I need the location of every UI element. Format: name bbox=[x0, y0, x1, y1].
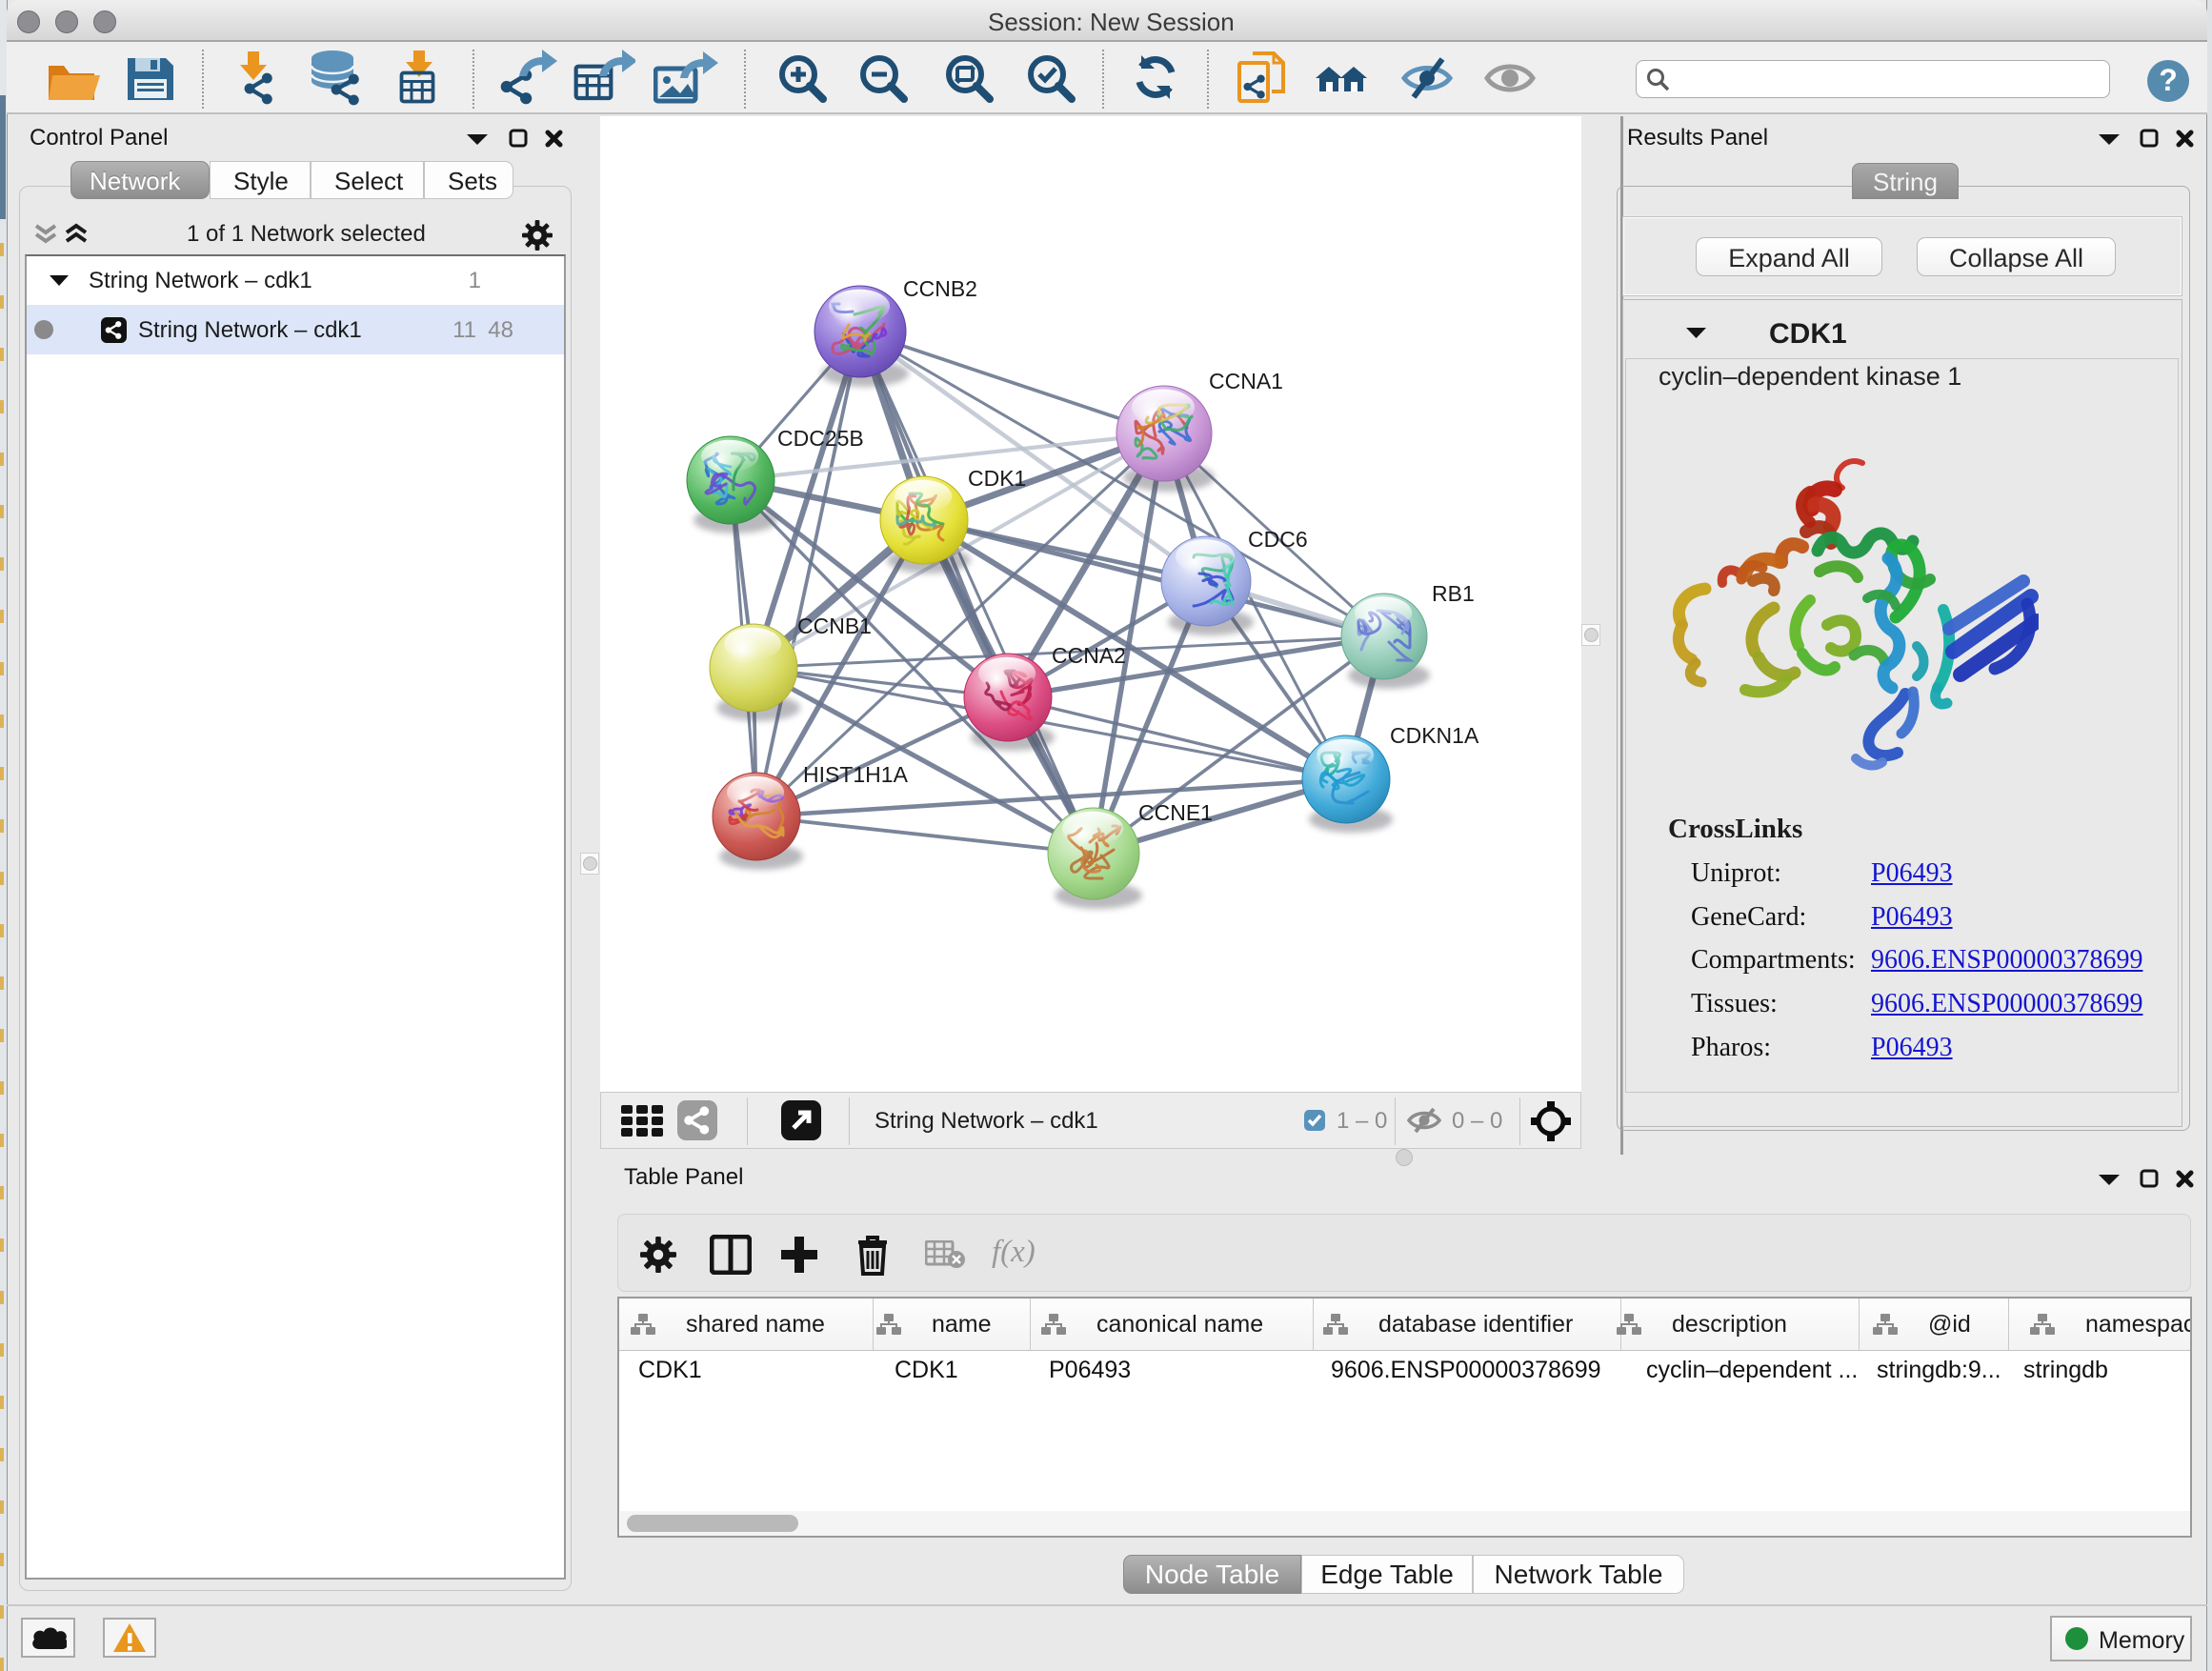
svg-text:RB1: RB1 bbox=[1432, 581, 1475, 606]
svg-text:?: ? bbox=[2159, 63, 2178, 97]
svg-text:CDC6: CDC6 bbox=[1248, 527, 1308, 552]
svg-text:CCNA2: CCNA2 bbox=[1052, 643, 1126, 668]
svg-text:CDC25B: CDC25B bbox=[777, 426, 864, 451]
svg-text:CCNB1: CCNB1 bbox=[797, 614, 872, 638]
svg-text:CDKN1A: CDKN1A bbox=[1390, 723, 1479, 748]
svg-text:CCNB2: CCNB2 bbox=[903, 276, 977, 301]
svg-text:CCNA1: CCNA1 bbox=[1209, 369, 1283, 393]
svg-text:CCNE1: CCNE1 bbox=[1138, 800, 1213, 825]
svg-text:CDK1: CDK1 bbox=[968, 466, 1026, 491]
svg-text:HIST1H1A: HIST1H1A bbox=[803, 762, 909, 787]
